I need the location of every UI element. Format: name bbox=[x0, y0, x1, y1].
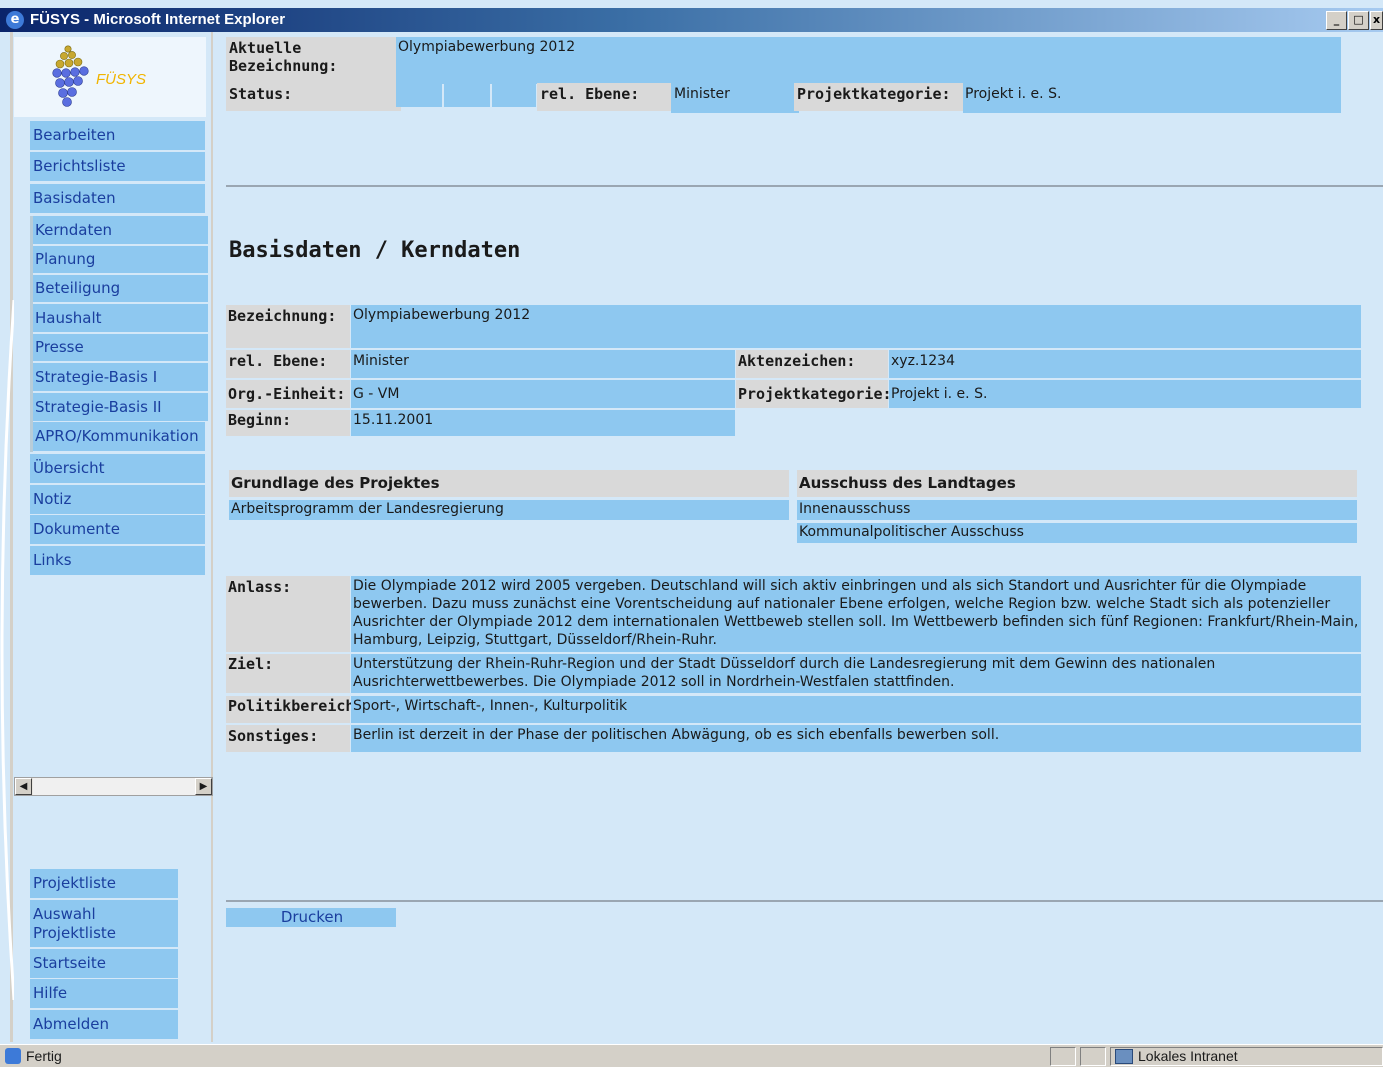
scroll-left-icon[interactable]: ◀ bbox=[15, 778, 32, 795]
header-kategorie-label: Projektkategorie: bbox=[794, 83, 968, 111]
nav-abmelden[interactable]: Abmelden bbox=[30, 1010, 178, 1039]
background-arc bbox=[0, 300, 14, 1000]
nav-links[interactable]: Links bbox=[30, 546, 205, 575]
status-indicator-3 bbox=[492, 83, 536, 107]
beginn-value: 15.11.2001 bbox=[351, 410, 735, 436]
grundlage-value: Arbeitsprogramm der Landesregierung bbox=[229, 500, 789, 520]
nav-kerndaten[interactable]: Kerndaten bbox=[33, 216, 208, 244]
maximize-button[interactable]: □ bbox=[1348, 11, 1369, 30]
header-separator bbox=[226, 185, 1383, 187]
zone-section: Lokales Intranet bbox=[1110, 1047, 1383, 1066]
ziel-value: Unterstützung der Rhein-Ruhr-Region und … bbox=[351, 654, 1361, 693]
scroll-thumb[interactable] bbox=[33, 778, 198, 795]
nav-dokumente[interactable]: Dokumente bbox=[30, 515, 205, 544]
horizontal-scrollbar[interactable]: ◀ ▶ bbox=[14, 777, 213, 796]
aktuelle-bezeichnung-value: Olympiabewerbung 2012 bbox=[396, 37, 1341, 84]
nav-startseite[interactable]: Startseite bbox=[30, 949, 178, 978]
title-bar: e FÜSYS - Microsoft Internet Explorer _ … bbox=[0, 8, 1383, 32]
ausschuss-header: Ausschuss des Landtages bbox=[797, 470, 1357, 497]
kategorie-label: Projektkategorie: bbox=[736, 380, 892, 408]
status-text: Fertig bbox=[26, 1048, 62, 1064]
ie-icon: e bbox=[6, 11, 24, 29]
print-button[interactable]: Drucken bbox=[226, 908, 396, 927]
aktenzeichen-label: Aktenzeichen: bbox=[736, 350, 888, 378]
nav-presse[interactable]: Presse bbox=[33, 334, 208, 361]
anlass-label: Anlass: bbox=[226, 576, 350, 652]
bezeichnung-label: Bezeichnung: bbox=[226, 305, 350, 348]
zone-text: Lokales Intranet bbox=[1138, 1048, 1238, 1064]
org-einheit-label: Org.-Einheit: bbox=[226, 380, 350, 408]
aktuelle-bezeichnung-label: Aktuelle Bezeichnung: bbox=[226, 37, 401, 84]
politikbereich-label: Politikbereich: bbox=[226, 696, 363, 723]
kategorie-value: Projekt i. e. S. bbox=[889, 380, 1361, 408]
aktenzeichen-value: xyz.1234 bbox=[889, 350, 1361, 378]
header-ebene-label: rel. Ebene: bbox=[537, 83, 676, 111]
close-button[interactable]: x bbox=[1370, 11, 1383, 30]
anlass-value: Die Olympiade 2012 wird 2005 vergeben. D… bbox=[351, 576, 1361, 652]
nav-berichtsliste[interactable]: Berichtsliste bbox=[30, 152, 205, 181]
nav-strategie-basis-2[interactable]: Strategie-Basis II bbox=[33, 393, 208, 421]
status-bar: Fertig Lokales Intranet bbox=[0, 1044, 1383, 1067]
status-section-2 bbox=[1080, 1047, 1106, 1066]
ie-page-icon bbox=[5, 1048, 21, 1064]
status-indicator-1 bbox=[396, 83, 442, 107]
window-title: FÜSYS - Microsoft Internet Explorer bbox=[30, 11, 286, 28]
nav-auswahl-projektliste[interactable]: Auswahl Projektliste bbox=[30, 900, 178, 947]
status-section-1 bbox=[1050, 1047, 1076, 1066]
nav-projektliste[interactable]: Projektliste bbox=[30, 869, 178, 898]
nav-beteiligung[interactable]: Beteiligung bbox=[33, 275, 208, 302]
nav-basisdaten[interactable]: Basisdaten bbox=[30, 184, 205, 213]
ebene-value: Minister bbox=[351, 350, 735, 378]
ausschuss-value-2: Kommunalpolitischer Ausschuss bbox=[797, 523, 1357, 543]
nav-planung[interactable]: Planung bbox=[33, 246, 208, 273]
status-label: Status: bbox=[226, 83, 401, 111]
minimize-button[interactable]: _ bbox=[1326, 11, 1347, 30]
bezeichnung-value: Olympiabewerbung 2012 bbox=[351, 305, 1361, 348]
header-ebene-value: Minister bbox=[671, 83, 799, 113]
ebene-label: rel. Ebene: bbox=[226, 350, 350, 378]
beginn-label: Beginn: bbox=[226, 410, 350, 436]
logo-text: FÜSYS bbox=[96, 71, 147, 88]
grundlage-header: Grundlage des Projektes bbox=[229, 470, 789, 497]
logo[interactable]: FÜSYS bbox=[14, 37, 206, 117]
ziel-label: Ziel: bbox=[226, 654, 350, 693]
nav-hilfe[interactable]: Hilfe bbox=[30, 979, 178, 1008]
nav-bearbeiten[interactable]: Bearbeiten bbox=[30, 121, 205, 150]
sonstiges-label: Sonstiges: bbox=[226, 725, 350, 752]
nav-strategie-basis-1[interactable]: Strategie-Basis I bbox=[33, 363, 208, 391]
nav-haushalt[interactable]: Haushalt bbox=[33, 304, 208, 332]
nav-uebersicht[interactable]: Übersicht bbox=[30, 454, 205, 483]
footer-separator bbox=[226, 900, 1383, 902]
nav-notiz[interactable]: Notiz bbox=[30, 485, 205, 514]
org-einheit-value: G - VM bbox=[351, 380, 735, 408]
politikbereich-value: Sport-, Wirtschaft-, Innen-, Kulturpolit… bbox=[351, 696, 1361, 723]
sonstiges-value: Berlin ist derzeit in der Phase der poli… bbox=[351, 725, 1361, 752]
header-kategorie-value: Projekt i. e. S. bbox=[963, 83, 1341, 113]
scroll-right-icon[interactable]: ▶ bbox=[195, 778, 212, 795]
intranet-icon bbox=[1115, 1049, 1133, 1064]
page-title: Basisdaten / Kerndaten bbox=[229, 238, 521, 263]
status-indicator-2 bbox=[444, 83, 490, 107]
nav-apro-kommunikation[interactable]: APRO/Kommunikation bbox=[33, 422, 205, 451]
ausschuss-value-1: Innenausschuss bbox=[797, 500, 1357, 520]
